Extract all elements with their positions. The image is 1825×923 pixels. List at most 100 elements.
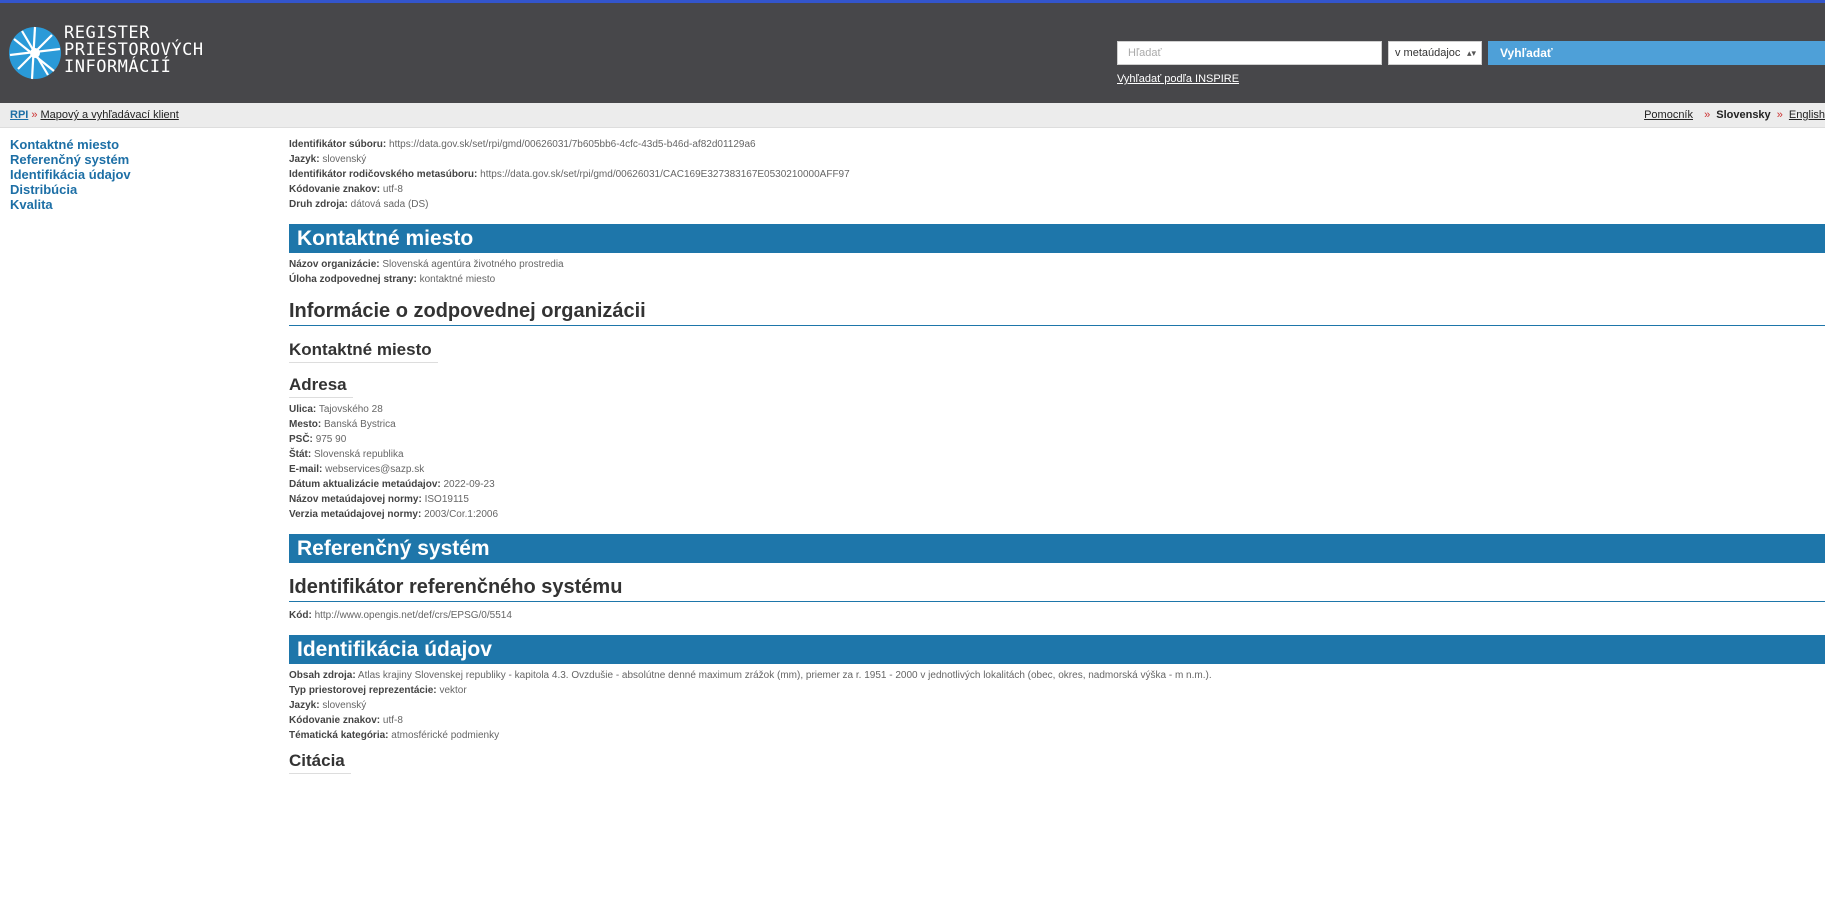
sidebar-item-identification[interactable]: Identifikácia údajov <box>10 167 131 182</box>
field-label: E-mail: <box>289 464 323 475</box>
field-row: Kód: http://www.opengis.net/def/crs/EPSG… <box>289 608 1825 623</box>
search-scope-value: v metaúdajoc <box>1395 47 1461 59</box>
sidebar-nav: Kontaktné miesto Referenčný systém Ident… <box>10 137 131 212</box>
section-heading-identification: Identifikácia údajov <box>289 635 1825 664</box>
search-input[interactable]: Hľadať <box>1117 41 1382 65</box>
field-value: ISO19115 <box>424 494 469 505</box>
subheading-responsible-org: Informácie o zodpovednej organizácii <box>289 297 1825 326</box>
field-value: Banská Bystrica <box>324 419 396 430</box>
breadcrumb-home-link[interactable]: RPI <box>10 109 28 121</box>
field-label: Obsah zdroja: <box>289 670 356 681</box>
field-value: https://data.gov.sk/set/rpi/gmd/00626031… <box>480 169 850 180</box>
lang-english-link[interactable]: English <box>1789 109 1825 121</box>
field-label: Kódovanie znakov: <box>289 715 381 726</box>
field-label: Názov metaúdajovej normy: <box>289 494 422 505</box>
field-label: Typ priestorovej reprezentácie: <box>289 685 437 696</box>
section-heading-reference-system: Referenčný systém <box>289 534 1825 563</box>
field-row: Jazyk: slovenský <box>289 152 1825 167</box>
field-row: Názov metaúdajovej normy: ISO19115 <box>289 492 1825 507</box>
field-row: PSČ: 975 90 <box>289 432 1825 447</box>
field-value: kontaktné miesto <box>419 274 496 285</box>
field-label: Kódovanie znakov: <box>289 184 381 195</box>
breadcrumb-bar: RPI» Mapový a vyhľadávací klient Pomocník… <box>0 103 1825 128</box>
field-value: dátová sada (DS) <box>350 199 429 210</box>
breadcrumb-separator: » <box>31 109 38 121</box>
subheading-reference-identifier: Identifikátor referenčného systému <box>289 573 1825 602</box>
field-row: Identifikátor rodičovského metasúboru: h… <box>289 167 1825 182</box>
rpi-logo-icon[interactable] <box>8 25 62 81</box>
field-row: Štát: Slovenská republika <box>289 447 1825 462</box>
site-header: REGISTER PRIESTOROVÝCH INFORMÁCIÍ Hľadať… <box>0 3 1825 103</box>
field-label: Názov organizácie: <box>289 259 380 270</box>
field-value: Slovenská republika <box>314 449 404 460</box>
field-value: utf-8 <box>382 184 403 195</box>
field-value: 2022-09-23 <box>443 479 495 490</box>
field-row: Názov organizácie: Slovenská agentúra ži… <box>289 257 1825 272</box>
field-label: Ulica: <box>289 404 317 415</box>
field-row: E-mail: webservices@sazp.sk <box>289 462 1825 477</box>
lang-separator: » <box>1776 109 1783 121</box>
field-row: Ulica: Tajovského 28 <box>289 402 1825 417</box>
field-row: Mesto: Banská Bystrica <box>289 417 1825 432</box>
field-row: Kódovanie znakov: utf-8 <box>289 713 1825 728</box>
field-value: vektor <box>439 685 467 696</box>
field-row: Druh zdroja: dátová sada (DS) <box>289 197 1825 212</box>
field-row: Dátum aktualizácie metaúdajov: 2022-09-2… <box>289 477 1825 492</box>
field-row: Tématická kategória: atmosférické podmie… <box>289 728 1825 743</box>
search-button[interactable]: Vyhľadať <box>1488 41 1825 65</box>
field-value: https://data.gov.sk/set/rpi/gmd/00626031… <box>389 139 756 150</box>
field-label: Jazyk: <box>289 154 320 165</box>
field-label: Štát: <box>289 449 312 460</box>
field-label: Jazyk: <box>289 700 320 711</box>
field-label: Identifikátor súboru: <box>289 139 387 150</box>
field-label: Úloha zodpovednej strany: <box>289 274 417 285</box>
lang-current: Slovensky <box>1716 109 1771 121</box>
field-label: Tématická kategória: <box>289 730 389 741</box>
field-label: Druh zdroja: <box>289 199 348 210</box>
lang-separator: » <box>1704 109 1711 121</box>
help-link[interactable]: Pomocník <box>1644 109 1693 121</box>
field-value: webservices@sazp.sk <box>325 464 425 475</box>
field-value: Slovenská agentúra životného prostredia <box>382 259 564 270</box>
field-value: utf-8 <box>382 715 403 726</box>
breadcrumb: RPI» Mapový a vyhľadávací klient <box>10 103 179 127</box>
logo-text[interactable]: REGISTER PRIESTOROVÝCH INFORMÁCIÍ <box>64 25 204 76</box>
field-label: Verzia metaúdajovej normy: <box>289 509 422 520</box>
field-row: Verzia metaúdajovej normy: 2003/Cor.1:20… <box>289 507 1825 522</box>
sidebar-item-reference-system[interactable]: Referenčný systém <box>10 152 131 167</box>
breadcrumb-current-link[interactable]: Mapový a vyhľadávací klient <box>40 109 178 121</box>
field-value: slovenský <box>322 700 367 711</box>
select-arrows-icon: ▴▾ <box>1466 48 1476 58</box>
field-label: Kód: <box>289 610 312 621</box>
field-value: Atlas krajiny Slovenskej republiky - kap… <box>357 670 1212 681</box>
field-value: slovenský <box>322 154 367 165</box>
header-links: Pomocník » Slovensky » English <box>1644 103 1825 127</box>
field-label: Identifikátor rodičovského metasúboru: <box>289 169 478 180</box>
sidebar-item-quality[interactable]: Kvalita <box>10 197 131 212</box>
field-label: Dátum aktualizácie metaúdajov: <box>289 479 441 490</box>
field-value: atmosférické podmienky <box>391 730 500 741</box>
subheading-address: Adresa <box>289 373 353 398</box>
sidebar-item-distribution[interactable]: Distribúcia <box>10 182 131 197</box>
inspire-search-link[interactable]: Vyhľadať podľa INSPIRE <box>1117 73 1239 85</box>
field-label: PSČ: <box>289 434 313 445</box>
field-row: Úloha zodpovednej strany: kontaktné mies… <box>289 272 1825 287</box>
field-value: http://www.opengis.net/def/crs/EPSG/0/55… <box>314 610 512 621</box>
section-heading-contact: Kontaktné miesto <box>289 224 1825 253</box>
field-row: Kódovanie znakov: utf-8 <box>289 182 1825 197</box>
field-row: Jazyk: slovenský <box>289 698 1825 713</box>
search-scope-select[interactable]: v metaúdajoc ▴▾ <box>1388 41 1482 65</box>
search-placeholder: Hľadať <box>1128 47 1162 59</box>
field-label: Mesto: <box>289 419 322 430</box>
field-row: Identifikátor súboru: https://data.gov.s… <box>289 137 1825 152</box>
field-value: 975 90 <box>315 434 347 445</box>
field-value: Tajovského 28 <box>318 404 383 415</box>
field-row: Obsah zdroja: Atlas krajiny Slovenskej r… <box>289 668 1825 683</box>
field-value: 2003/Cor.1:2006 <box>424 509 499 520</box>
metadata-content: Identifikátor súboru: https://data.gov.s… <box>289 137 1825 778</box>
field-row: Typ priestorovej reprezentácie: vektor <box>289 683 1825 698</box>
subheading-citation: Citácia <box>289 749 351 774</box>
logo-line: INFORMÁCIÍ <box>64 57 172 77</box>
sidebar-item-contact[interactable]: Kontaktné miesto <box>10 137 131 152</box>
subheading-contact-point: Kontaktné miesto <box>289 338 438 363</box>
